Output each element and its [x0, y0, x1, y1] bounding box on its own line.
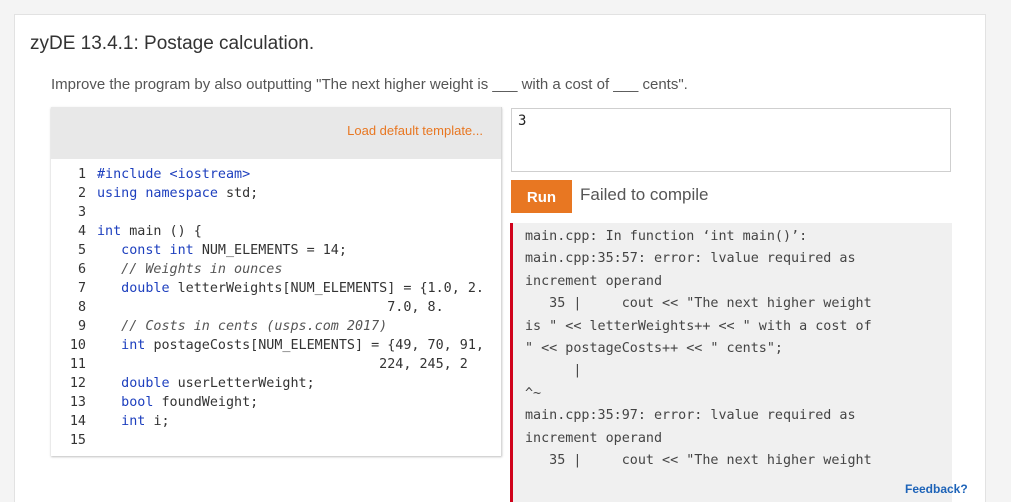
- code-text[interactable]: using namespace std;: [97, 184, 258, 203]
- line-number: 11: [69, 357, 86, 372]
- output-line: 35 | cout << "The next higher weight: [525, 453, 872, 468]
- code-text[interactable]: int postageCosts[NUM_ELEMENTS] = {49, 70…: [97, 336, 484, 355]
- code-editor[interactable]: Load default template... 1 #include <iost…: [51, 107, 502, 456]
- output-line: ^~: [525, 385, 542, 401]
- code-text[interactable]: int i;: [97, 412, 169, 431]
- output-line: is " << letterWeights++ << " with a cost…: [525, 318, 872, 334]
- code-text[interactable]: 224, 245, 2: [97, 355, 468, 374]
- editor-toolbar: Load default template...: [51, 107, 501, 159]
- line-number: 10: [69, 338, 86, 353]
- code-text[interactable]: // Costs in cents (usps.com 2017): [97, 317, 387, 336]
- code-text[interactable]: double letterWeights[NUM_ELEMENTS] = {1.…: [97, 279, 484, 298]
- output-panel: main.cpp: In function ‘int main()’: main.…: [510, 223, 952, 502]
- output-line: main.cpp:35:57: error: lvalue required a…: [525, 251, 856, 267]
- feedback-link[interactable]: Feedback?: [905, 482, 968, 496]
- code-area[interactable]: 1 #include <iostream> 2 using namespace std…: [51, 165, 501, 456]
- line-number: 8: [77, 300, 86, 315]
- output-line: 35 | cout << "The next higher weight: [525, 296, 872, 312]
- line-number: 5: [77, 243, 86, 258]
- code-text[interactable]: int main () {: [97, 222, 202, 241]
- line-number: 4: [77, 224, 86, 239]
- code-text[interactable]: const int NUM_ELEMENTS = 14;: [97, 241, 347, 260]
- load-default-template-link[interactable]: Load default template...: [347, 123, 483, 138]
- code-text[interactable]: // Weights in ounces: [97, 260, 282, 279]
- output-line: increment operand: [525, 430, 663, 446]
- line-number: 2: [77, 186, 86, 201]
- activity-title: zyDE 13.4.1: Postage calculation.: [30, 33, 315, 54]
- output-line: main.cpp:35:97: error: lvalue required a…: [525, 408, 856, 424]
- line-number: 3: [77, 205, 86, 220]
- code-text[interactable]: bool foundWeight;: [97, 393, 258, 412]
- output-line: main.cpp: In function ‘int main()’:: [525, 229, 808, 244]
- code-text[interactable]: double userLetterWeight;: [97, 374, 315, 393]
- run-button[interactable]: Run: [511, 180, 572, 213]
- line-number: 15: [69, 433, 86, 448]
- line-number: 13: [69, 395, 86, 410]
- line-number: 14: [69, 414, 86, 429]
- instructions-text: Improve the program by also outputting "…: [51, 76, 688, 93]
- line-number: 1: [77, 167, 86, 182]
- run-status-text: Failed to compile: [580, 185, 709, 204]
- code-text[interactable]: 7.0, 8.: [97, 298, 443, 317]
- line-number: 6: [77, 262, 86, 277]
- line-number: 7: [77, 281, 86, 296]
- code-text[interactable]: #include <iostream>: [97, 165, 250, 184]
- line-number: 9: [77, 319, 86, 334]
- output-line: |: [525, 363, 582, 379]
- line-number: 12: [69, 376, 86, 391]
- program-input-field[interactable]: 3: [511, 108, 951, 172]
- output-line: " << postageCosts++ << " cents";: [525, 341, 783, 356]
- output-line: increment operand: [525, 273, 663, 289]
